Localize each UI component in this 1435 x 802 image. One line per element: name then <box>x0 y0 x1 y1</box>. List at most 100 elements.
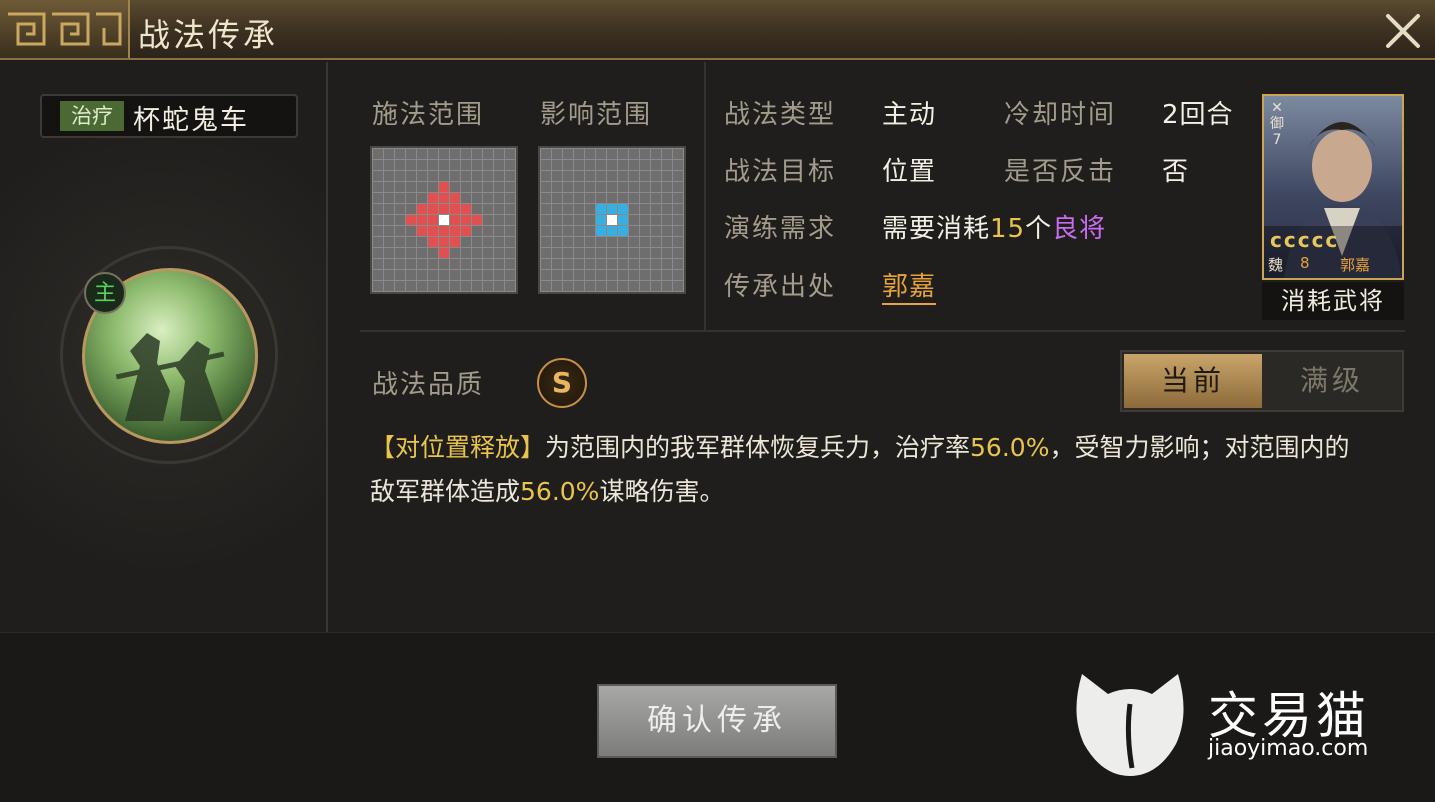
grid-cell <box>585 160 595 170</box>
grid-cell <box>384 226 394 236</box>
requirement-count: 15 <box>990 214 1026 244</box>
grid-cell <box>417 248 427 258</box>
grid-cell <box>541 193 551 203</box>
grid-cell <box>417 204 427 214</box>
grid-cell <box>417 193 427 203</box>
grid-cell <box>439 215 449 225</box>
grid-cell <box>439 160 449 170</box>
grid-cell <box>618 248 628 258</box>
card-level: 7 <box>1272 132 1282 148</box>
grid-cell <box>552 204 562 214</box>
grid-cell <box>618 215 628 225</box>
grid-cell <box>651 226 661 236</box>
card-name: 郭嘉 <box>1340 256 1371 274</box>
grid-cell <box>585 193 595 203</box>
grid-cell <box>673 149 683 159</box>
confirm-inherit-button[interactable]: 确认传承 <box>597 684 837 758</box>
grid-cell <box>607 237 617 247</box>
cooldown-value: 2回合 <box>1162 100 1234 130</box>
grid-cell <box>450 149 460 159</box>
grid-cell <box>541 204 551 214</box>
grid-cell <box>450 248 460 258</box>
grid-cell <box>439 248 449 258</box>
grid-cell <box>662 281 672 291</box>
grid-cell <box>439 149 449 159</box>
grid-cell <box>662 215 672 225</box>
grid-cell <box>629 171 639 181</box>
grid-cell <box>541 171 551 181</box>
grid-cell <box>541 215 551 225</box>
close-icon[interactable] <box>1382 10 1424 52</box>
grid-cell <box>461 204 471 214</box>
grid-cell <box>552 281 562 291</box>
grid-cell <box>673 204 683 214</box>
cat-logo-icon <box>1068 664 1192 778</box>
grid-cell <box>596 160 606 170</box>
bow-icon: ✕ <box>1271 100 1283 116</box>
grid-cell <box>585 171 595 181</box>
grid-cell <box>395 281 405 291</box>
grid-cell <box>439 182 449 192</box>
source-general-link[interactable]: 郭嘉 <box>882 266 937 305</box>
grid-cell <box>563 281 573 291</box>
grid-cell <box>618 204 628 214</box>
grid-cell <box>607 193 617 203</box>
grid-cell <box>395 237 405 247</box>
grid-cell <box>384 204 394 214</box>
grid-cell <box>428 281 438 291</box>
grid-cell <box>607 204 617 214</box>
grid-cell <box>651 204 661 214</box>
grid-cell <box>651 160 661 170</box>
grid-cell <box>629 160 639 170</box>
grid-cell <box>461 270 471 280</box>
skill-type-label: 战法类型 <box>724 100 837 130</box>
grid-cell <box>461 226 471 236</box>
grid-cell <box>640 215 650 225</box>
grid-cell <box>673 259 683 269</box>
grid-cell <box>472 281 482 291</box>
grid-cell <box>417 226 427 236</box>
grid-cell <box>395 259 405 269</box>
requirement-value: 需要消耗15个良将 <box>882 208 1106 245</box>
grid-cell <box>505 281 515 291</box>
grid-cell <box>651 193 661 203</box>
grid-cell <box>483 259 493 269</box>
grid-cell <box>395 193 405 203</box>
grid-cell <box>428 215 438 225</box>
grid-cell <box>439 193 449 203</box>
grid-cell <box>541 237 551 247</box>
skill-description: 【对位置释放】为范围内的我军群体恢复兵力，治疗率56.0%，受智力影响；对范围内… <box>370 426 1370 514</box>
grid-cell <box>541 160 551 170</box>
grid-cell <box>450 182 460 192</box>
tab-current[interactable]: 当前 <box>1124 354 1262 408</box>
cast-range-label: 施法范围 <box>372 100 485 130</box>
tab-max-level[interactable]: 满级 <box>1264 354 1400 408</box>
grid-cell <box>662 160 672 170</box>
grid-cell <box>483 248 493 258</box>
grid-cell <box>662 204 672 214</box>
grid-cell <box>406 248 416 258</box>
grid-cell <box>574 270 584 280</box>
grid-cell <box>483 281 493 291</box>
card-cost: 8 <box>1300 254 1310 272</box>
grid-cell <box>596 270 606 280</box>
general-card[interactable]: ✕ 御 7 ccccc 魏 8 郭嘉 <box>1262 94 1404 280</box>
grid-cell <box>406 149 416 159</box>
grid-cell <box>541 281 551 291</box>
grid-cell <box>417 259 427 269</box>
grid-cell <box>461 171 471 181</box>
grid-cell <box>450 226 460 236</box>
grid-cell <box>607 160 617 170</box>
grid-cell <box>563 259 573 269</box>
grid-cell <box>552 171 562 181</box>
grid-cell <box>541 248 551 258</box>
grid-cell <box>505 182 515 192</box>
grid-cell <box>395 248 405 258</box>
grid-cell <box>618 160 628 170</box>
grid-cell <box>574 237 584 247</box>
grid-cell <box>505 259 515 269</box>
grid-cell <box>596 237 606 247</box>
grid-cell <box>395 270 405 280</box>
grid-cell <box>585 204 595 214</box>
grid-cell <box>596 204 606 214</box>
